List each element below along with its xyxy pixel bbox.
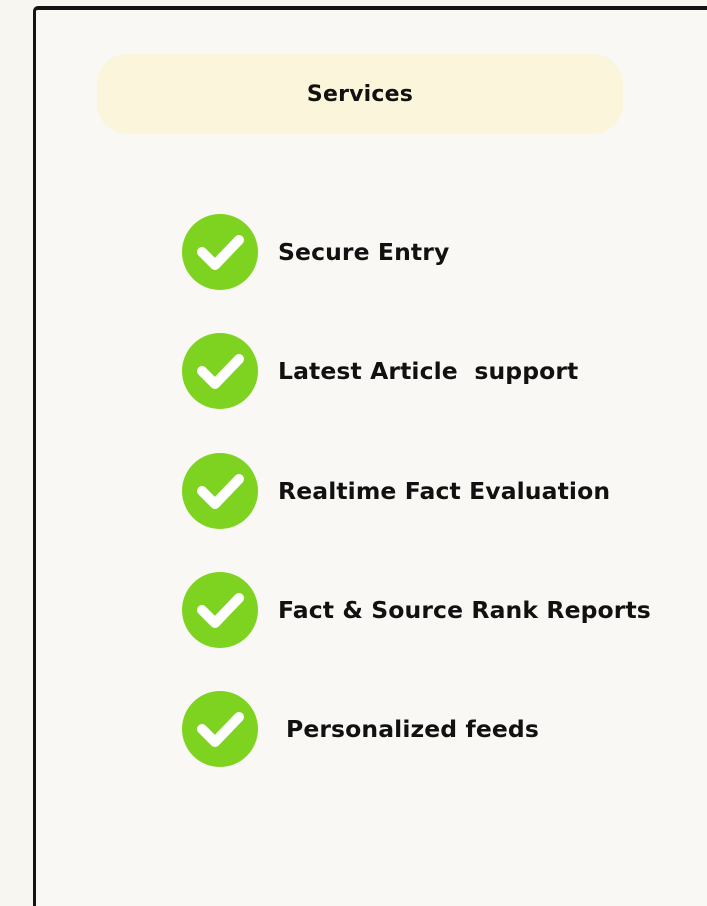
service-label: Fact & Source Rank Reports: [278, 596, 651, 624]
service-item-personalized-feeds: Personalized feeds: [181, 690, 539, 768]
service-label: Realtime Fact Evaluation: [278, 477, 611, 505]
check-circle-icon: [182, 691, 258, 767]
check-circle-icon: [182, 572, 258, 648]
service-item-realtime-fact-evaluation: Realtime Fact Evaluation: [181, 452, 610, 530]
check-circle-icon: [182, 333, 258, 409]
service-item-latest-article-support: Latest Article support: [181, 332, 578, 410]
services-title: Services: [306, 81, 414, 107]
service-label: Personalized feeds: [286, 715, 539, 743]
service-label: Latest Article support: [278, 357, 579, 385]
check-circle-icon: [182, 214, 258, 290]
service-item-fact-source-rank-reports: Fact & Source Rank Reports: [181, 571, 651, 649]
check-circle-icon: [182, 453, 258, 529]
service-item-secure-entry: Secure Entry: [181, 213, 449, 291]
services-header: Services: [97, 54, 623, 134]
service-label: Secure Entry: [278, 238, 450, 266]
